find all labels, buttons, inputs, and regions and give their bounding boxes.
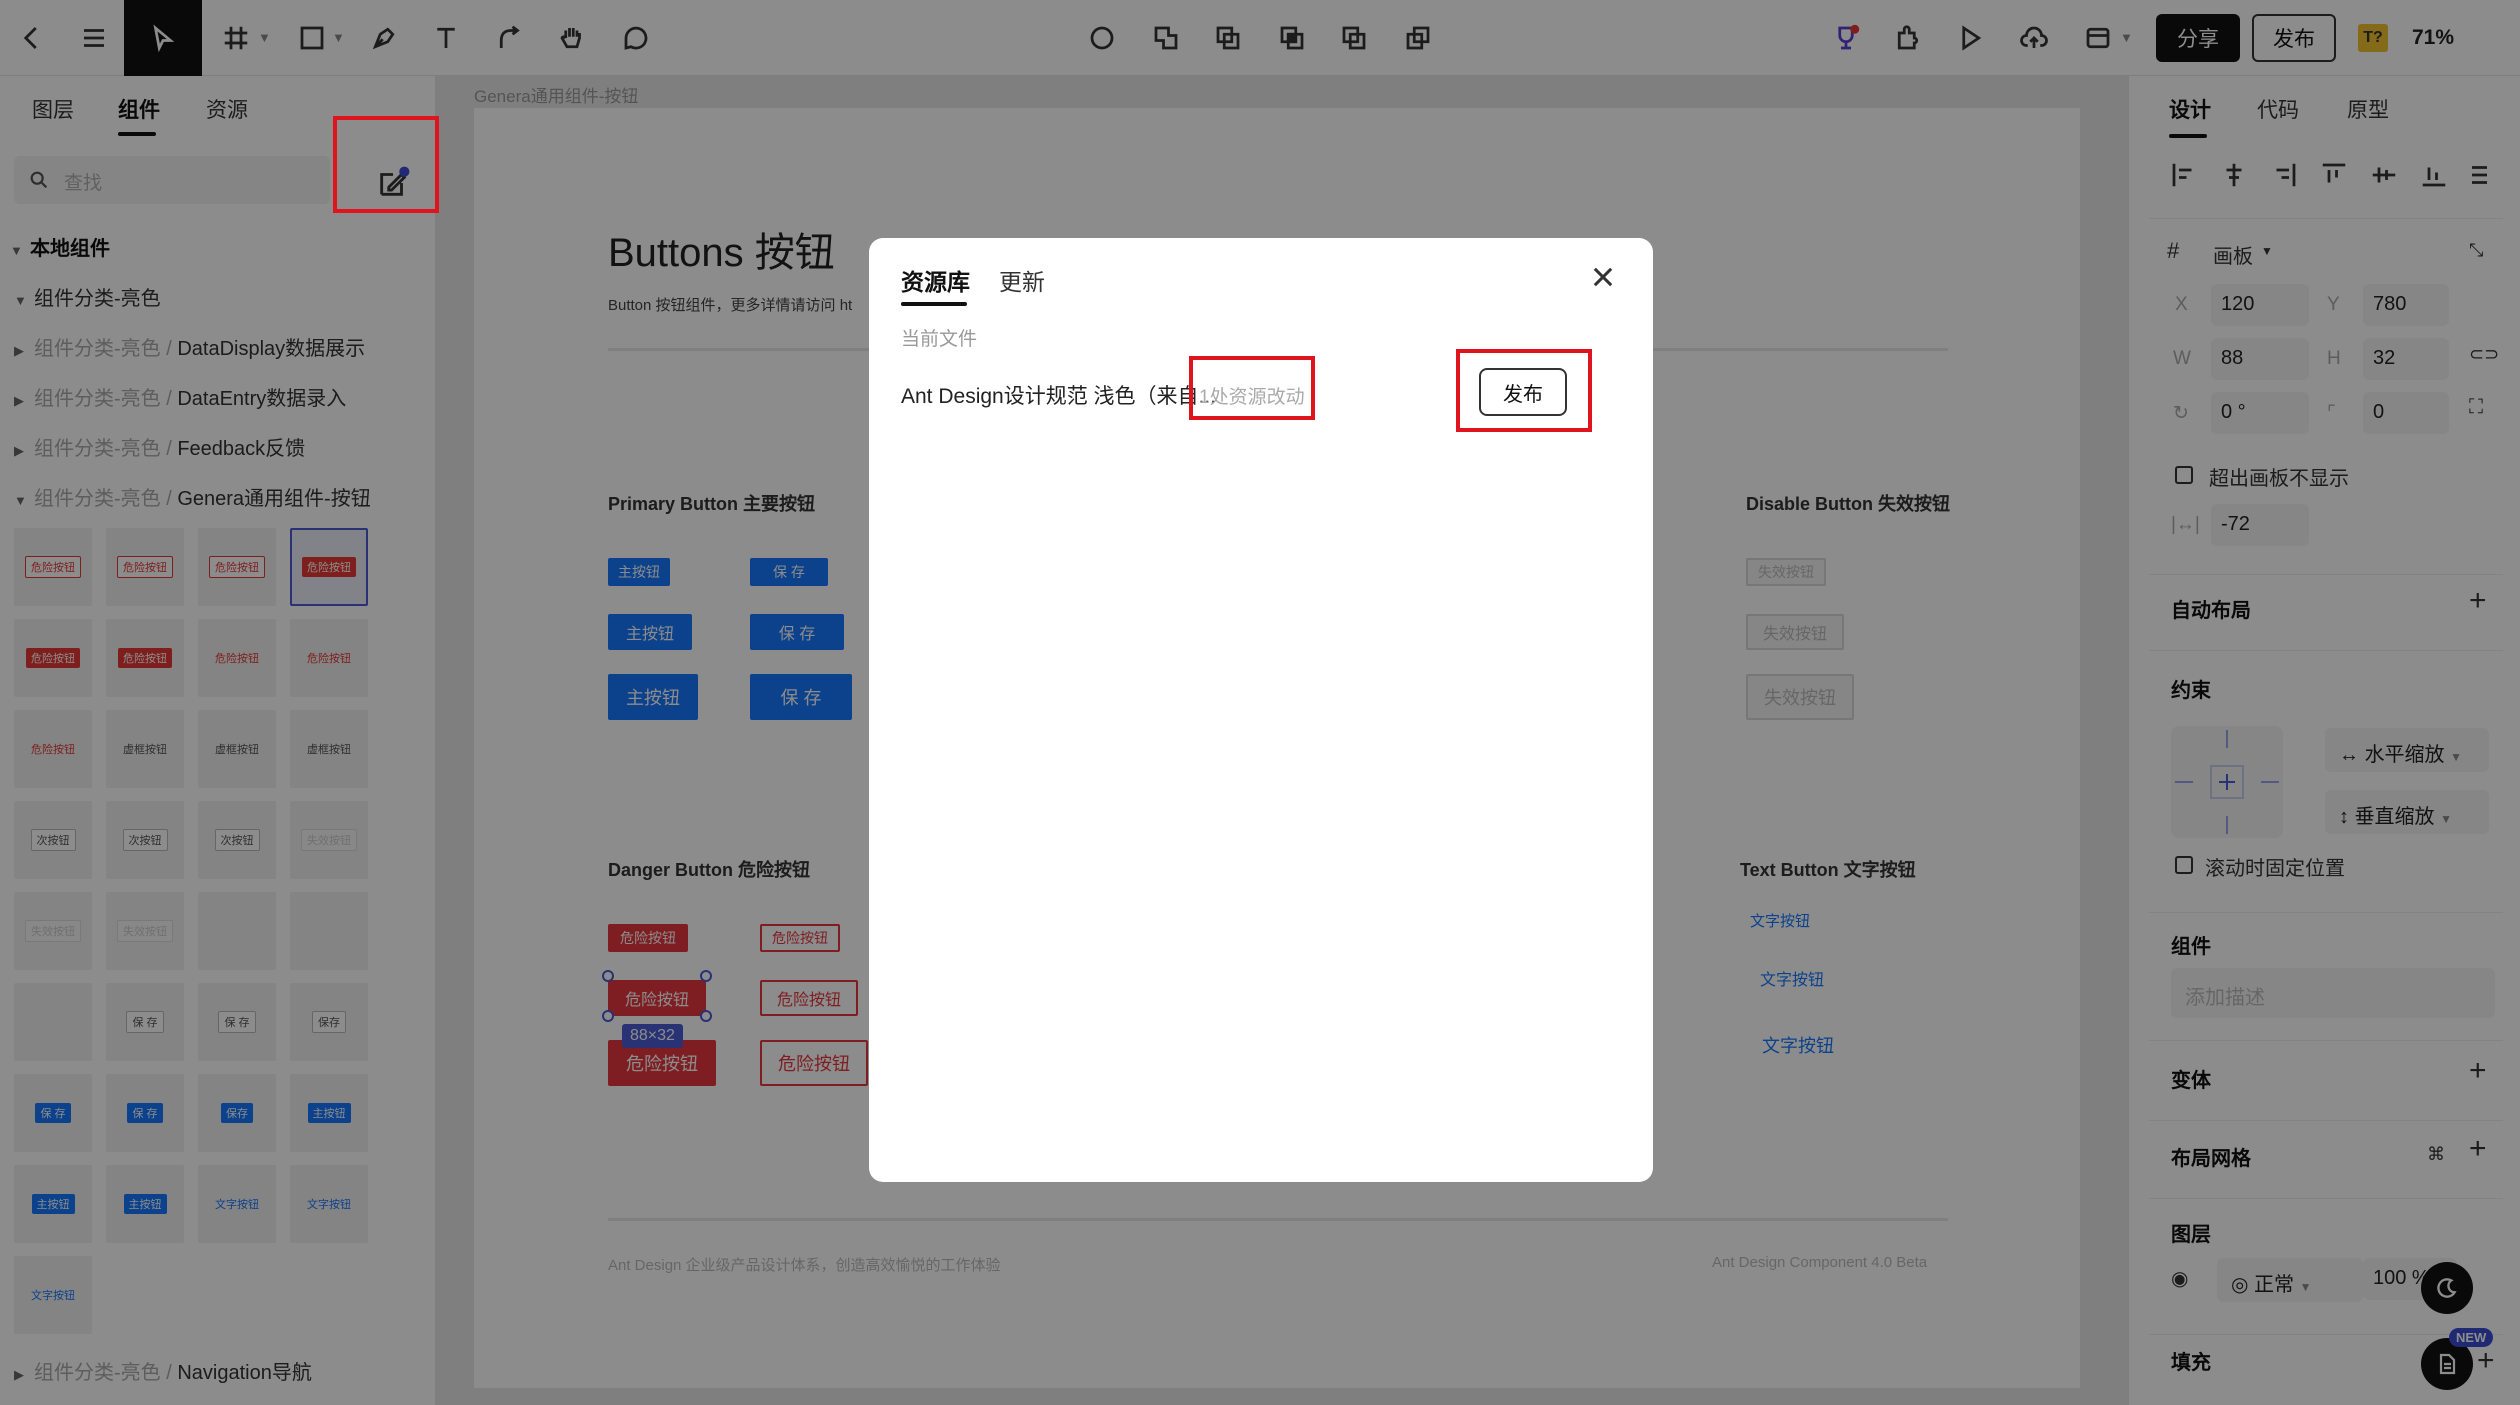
library-name: Ant Design设计规范 浅色（来自... <box>901 385 1217 408</box>
publish-library-dialog: 资源库 更新 当前文件 Ant Design设计规范 浅色（来自... 1处资源… <box>869 238 1653 1182</box>
tab-underline <box>901 302 967 306</box>
highlight-box-publish-library <box>333 116 439 213</box>
tab-library[interactable]: 资源库 <box>901 263 970 297</box>
tab-updates[interactable]: 更新 <box>999 263 1045 297</box>
toolbar-backdrop <box>0 0 2520 76</box>
current-file-label: 当前文件 <box>901 329 978 350</box>
close-icon[interactable] <box>1589 263 1617 291</box>
highlight-box-publish <box>1456 349 1592 432</box>
highlight-box-change <box>1189 356 1315 420</box>
